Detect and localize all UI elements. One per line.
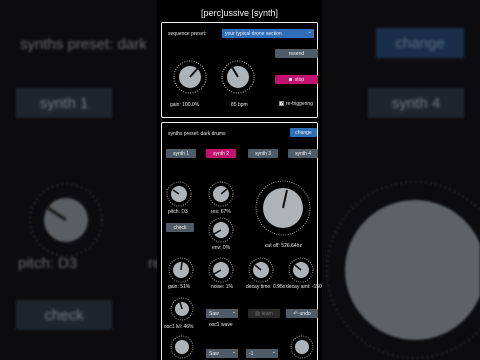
tab-synth-4[interactable]: synth 4 (288, 149, 318, 158)
gain-knob[interactable] (172, 59, 208, 95)
sequence-preset-value: your typical drone section (225, 30, 282, 37)
stop-label: stop (294, 76, 305, 83)
noise-label: noise: 1% (211, 284, 233, 290)
chevron-down-icon: ⌄ (231, 349, 236, 355)
osc1-lvl-label: osc1 lvl: 46% (164, 324, 194, 330)
bg-change-button: change (376, 28, 464, 58)
learn-button[interactable]: ▤ learn (248, 309, 280, 318)
env-knob[interactable] (208, 217, 234, 243)
synths-section: synths preset: dark drums change synth 1… (161, 122, 322, 360)
check-button[interactable]: check (166, 223, 194, 232)
decay-amt-knob[interactable] (288, 257, 314, 283)
tab-synth-2[interactable]: synth 2 (206, 149, 236, 158)
bg-synth4-tab: synth 4 (368, 88, 464, 118)
synth-gain-knob[interactable] (168, 257, 194, 283)
learn-icon: ▤ (255, 310, 260, 317)
chevron-down-icon: ⌄ (271, 349, 276, 355)
cutoff-knob[interactable] (254, 179, 312, 237)
undo-icon: ↶ (293, 310, 298, 317)
resend-button[interactable]: resend (275, 49, 318, 58)
pitch-knob[interactable] (166, 181, 192, 207)
octave-value: -1 (249, 350, 254, 357)
chevron-down-icon: ⌄ (231, 309, 236, 315)
decay-time-label: decay time: 0.95s (246, 284, 286, 290)
stop-button[interactable]: stop (275, 75, 318, 84)
undo-button[interactable]: ↶ undo (286, 309, 318, 318)
chevron-down-icon: ⌄ (307, 29, 312, 35)
sequence-preset-select[interactable]: your typical drone section ⌄ (222, 29, 314, 38)
sequence-preset-label: sequence preset: (168, 31, 207, 37)
osc2-lvl-knob[interactable] (170, 335, 194, 359)
res-label: res: 67% (211, 209, 231, 215)
synth-panel: [perc]ussive [synth] sequence preset: yo… (157, 0, 322, 360)
res-knob[interactable] (208, 181, 234, 207)
tab-synth-3[interactable]: synth 3 (248, 149, 278, 158)
env-label: env: 0% (212, 245, 231, 251)
osc1-wave-value: Saw (209, 310, 219, 317)
learn-label: learn (261, 310, 273, 317)
bpm-label: 85 bpm (231, 102, 248, 108)
tab-synth-1[interactable]: synth 1 (166, 149, 196, 158)
osc2-wave-value: Saw (209, 350, 219, 357)
osc2-extra-knob[interactable] (290, 335, 314, 359)
synth-gain-label: gain: 51% (168, 284, 191, 290)
bg-synth1-tab: synth 1 (16, 88, 112, 118)
octave-select[interactable]: -1 ⌄ (246, 349, 278, 358)
pitch-label: pitch: D3 (168, 209, 188, 215)
change-button[interactable]: change (290, 128, 317, 137)
osc1-wave-select[interactable]: Saw ⌄ (206, 309, 238, 318)
decay-amt-label: decay amt: -150% (286, 284, 322, 290)
retrigger-checkbox[interactable]: ✓ (279, 101, 284, 107)
noise-knob[interactable] (208, 257, 234, 283)
osc1-wave-label: osc1 wave (209, 322, 233, 328)
bpm-knob[interactable] (220, 59, 256, 95)
bg-cutoff-knob-icon (326, 181, 480, 359)
app-title: [perc]ussive [synth] (200, 8, 279, 18)
bg-preset-text: synths preset: dark (20, 36, 147, 53)
synths-preset-label: synths preset: dark drums (168, 131, 226, 137)
bg-check-button: check (16, 300, 112, 330)
retrigger-label: re-triggering (286, 101, 313, 107)
bg-pitch-knob-icon (29, 183, 103, 257)
sequence-section: sequence preset: your typical drone sect… (161, 22, 318, 118)
decay-time-knob[interactable] (248, 257, 274, 283)
stop-icon (288, 78, 292, 81)
gain-label: gain: 100.0% (170, 102, 200, 108)
osc1-lvl-knob[interactable] (170, 297, 194, 321)
cutoff-label: cut off: 526.64hz (265, 243, 302, 249)
osc2-wave-select[interactable]: Saw ⌄ (206, 349, 238, 358)
undo-label: undo (299, 310, 311, 317)
